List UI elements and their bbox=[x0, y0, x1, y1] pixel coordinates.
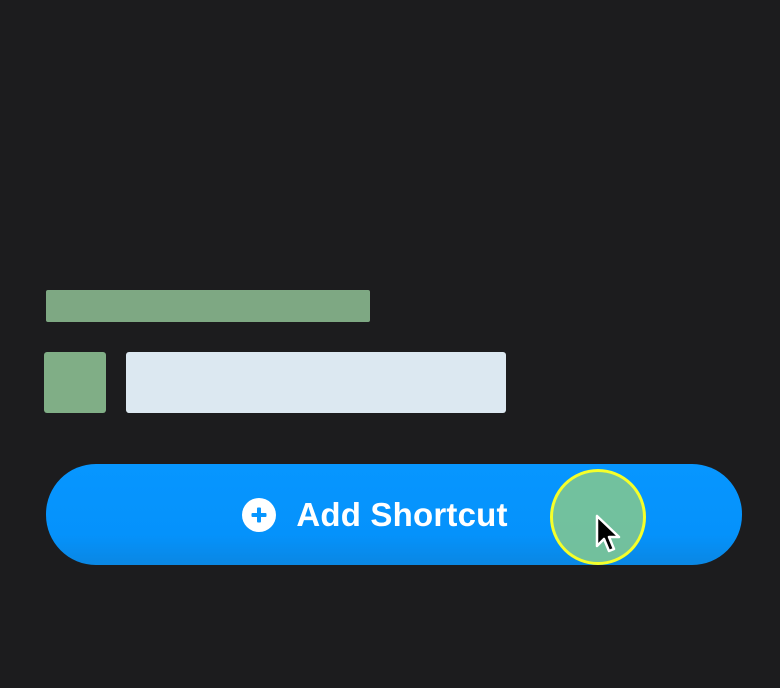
shortcut-name-placeholder[interactable] bbox=[126, 352, 506, 413]
add-shortcut-button-content: Add Shortcut bbox=[242, 496, 507, 534]
arrow-pointer-icon bbox=[595, 514, 621, 553]
title-placeholder-bar bbox=[46, 290, 370, 322]
shortcut-editor-panel: Add Shortcut bbox=[0, 0, 780, 688]
add-shortcut-label: Add Shortcut bbox=[296, 495, 508, 533]
plus-circle-icon bbox=[242, 497, 277, 532]
shortcut-icon-placeholder[interactable] bbox=[44, 352, 106, 413]
